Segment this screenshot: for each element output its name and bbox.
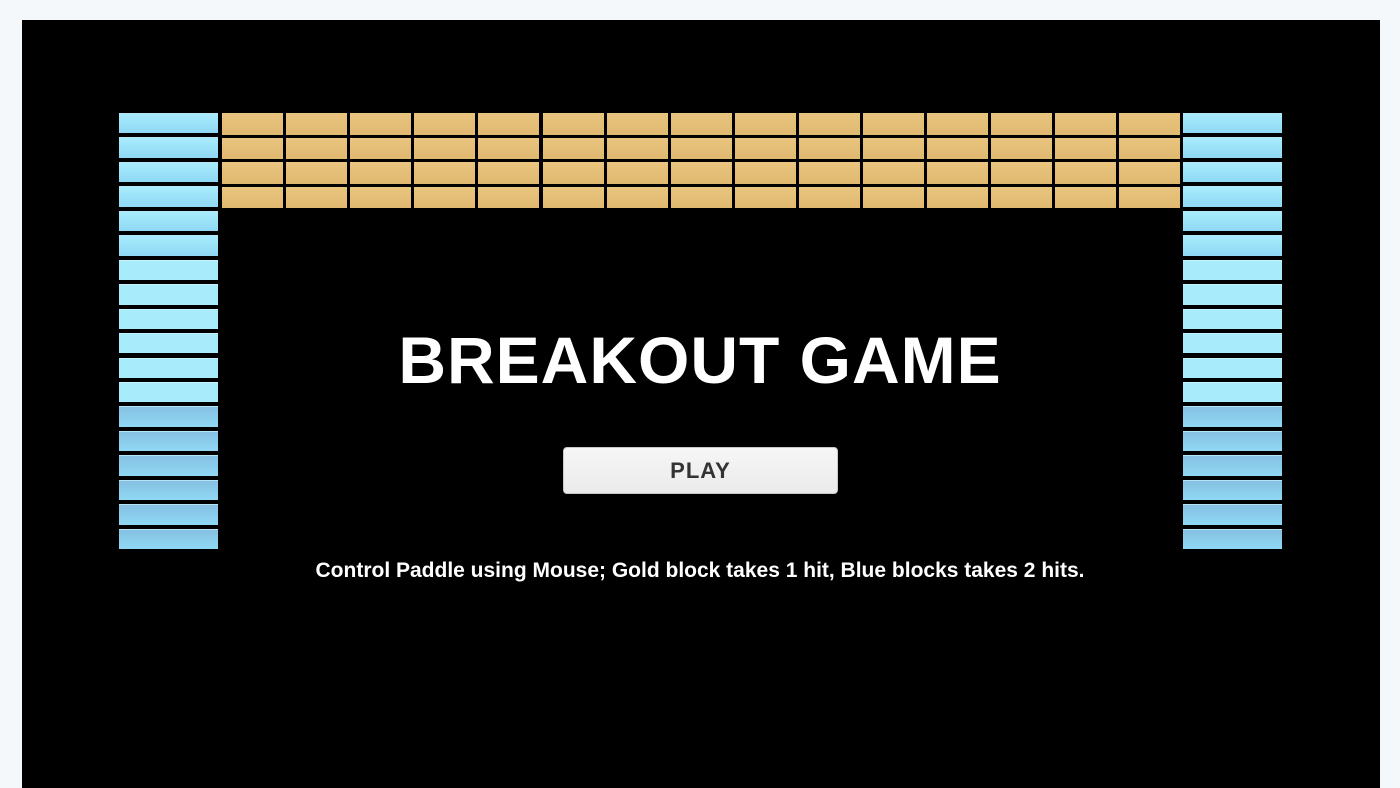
blue-block-left (119, 504, 218, 525)
gold-block (734, 186, 796, 208)
gold-block (286, 162, 348, 184)
blue-block-left (119, 235, 218, 256)
gold-block (798, 113, 860, 135)
blue-block-right (1183, 161, 1282, 183)
blue-block-right (1183, 406, 1282, 427)
gold-block (670, 113, 732, 135)
gold-block (863, 186, 925, 208)
gold-block (478, 137, 540, 159)
blue-block-left (119, 161, 218, 183)
blue-block-right (1183, 259, 1282, 281)
gold-block (1119, 162, 1181, 184)
gold-block (798, 186, 860, 208)
gold-block (350, 186, 412, 208)
gold-block (606, 162, 668, 184)
blue-block-left (119, 455, 218, 476)
gold-block (863, 162, 925, 184)
gold-block (478, 186, 540, 208)
gold-block (350, 113, 412, 135)
gold-block (1119, 137, 1181, 159)
game-title: BREAKOUT GAME (398, 323, 1002, 397)
gold-block (542, 113, 604, 135)
blue-block-left (119, 137, 218, 158)
gold-block (478, 162, 540, 184)
blue-block-left (119, 186, 218, 207)
blue-block-right (1183, 284, 1282, 305)
gold-block (222, 137, 284, 159)
blue-block-right (1183, 479, 1282, 501)
gold-block (1055, 113, 1117, 135)
instructions-text: Control Paddle using Mouse; Gold block t… (315, 559, 1085, 582)
blue-block-right (1183, 186, 1282, 207)
gold-block (670, 162, 732, 184)
blue-block-left (119, 528, 218, 550)
gold-block (606, 186, 668, 208)
gold-block (542, 137, 604, 159)
window-frame: BREAKOUT GAME PLAY Control Paddle using … (0, 0, 1400, 788)
blue-block-right (1183, 137, 1282, 158)
gold-block (542, 162, 604, 184)
gold-block (734, 113, 796, 135)
gold-block (927, 186, 989, 208)
game-canvas[interactable] (22, 20, 1380, 788)
gold-block (414, 162, 476, 184)
blue-block-right (1183, 528, 1282, 550)
gold-block (991, 186, 1053, 208)
gold-block (350, 137, 412, 159)
blue-block-right (1183, 455, 1282, 476)
gold-block (927, 137, 989, 159)
gold-block (222, 186, 284, 208)
gold-block (542, 186, 604, 208)
gold-block (734, 137, 796, 159)
gold-block (286, 113, 348, 135)
gold-block (222, 113, 284, 135)
gold-block (927, 162, 989, 184)
gold-block (1119, 186, 1181, 208)
gold-block (927, 113, 989, 135)
gold-block (1055, 137, 1117, 159)
gold-block (798, 162, 860, 184)
blue-block-right (1183, 235, 1282, 256)
gold-block (991, 113, 1053, 135)
gold-block (414, 186, 476, 208)
gold-block (991, 137, 1053, 159)
blue-block-right (1183, 504, 1282, 525)
blue-block-left (119, 406, 218, 427)
gold-block (1055, 186, 1117, 208)
gold-block (350, 162, 412, 184)
gold-block (606, 137, 668, 159)
blue-block-left (119, 479, 218, 501)
blue-block-left (119, 259, 218, 281)
gold-block (414, 137, 476, 159)
gold-block (670, 137, 732, 159)
blue-block-left (119, 430, 218, 452)
play-button[interactable]: PLAY (563, 447, 838, 494)
gold-block (286, 137, 348, 159)
blue-block-left (119, 113, 218, 134)
gold-block (798, 137, 860, 159)
gold-block (414, 113, 476, 135)
gold-block (1055, 162, 1117, 184)
gold-block (286, 186, 348, 208)
blue-block-right (1183, 113, 1282, 134)
blue-block-left (119, 284, 218, 305)
gold-block (991, 162, 1053, 184)
gold-block (863, 113, 925, 135)
gold-block (670, 186, 732, 208)
gold-block (863, 137, 925, 159)
gold-block (1119, 113, 1181, 135)
gold-block (734, 162, 796, 184)
gold-block (478, 113, 540, 135)
blue-block-left (119, 210, 218, 232)
blue-block-right (1183, 430, 1282, 452)
gold-block (606, 113, 668, 135)
gold-block (222, 162, 284, 184)
blue-block-right (1183, 210, 1282, 232)
